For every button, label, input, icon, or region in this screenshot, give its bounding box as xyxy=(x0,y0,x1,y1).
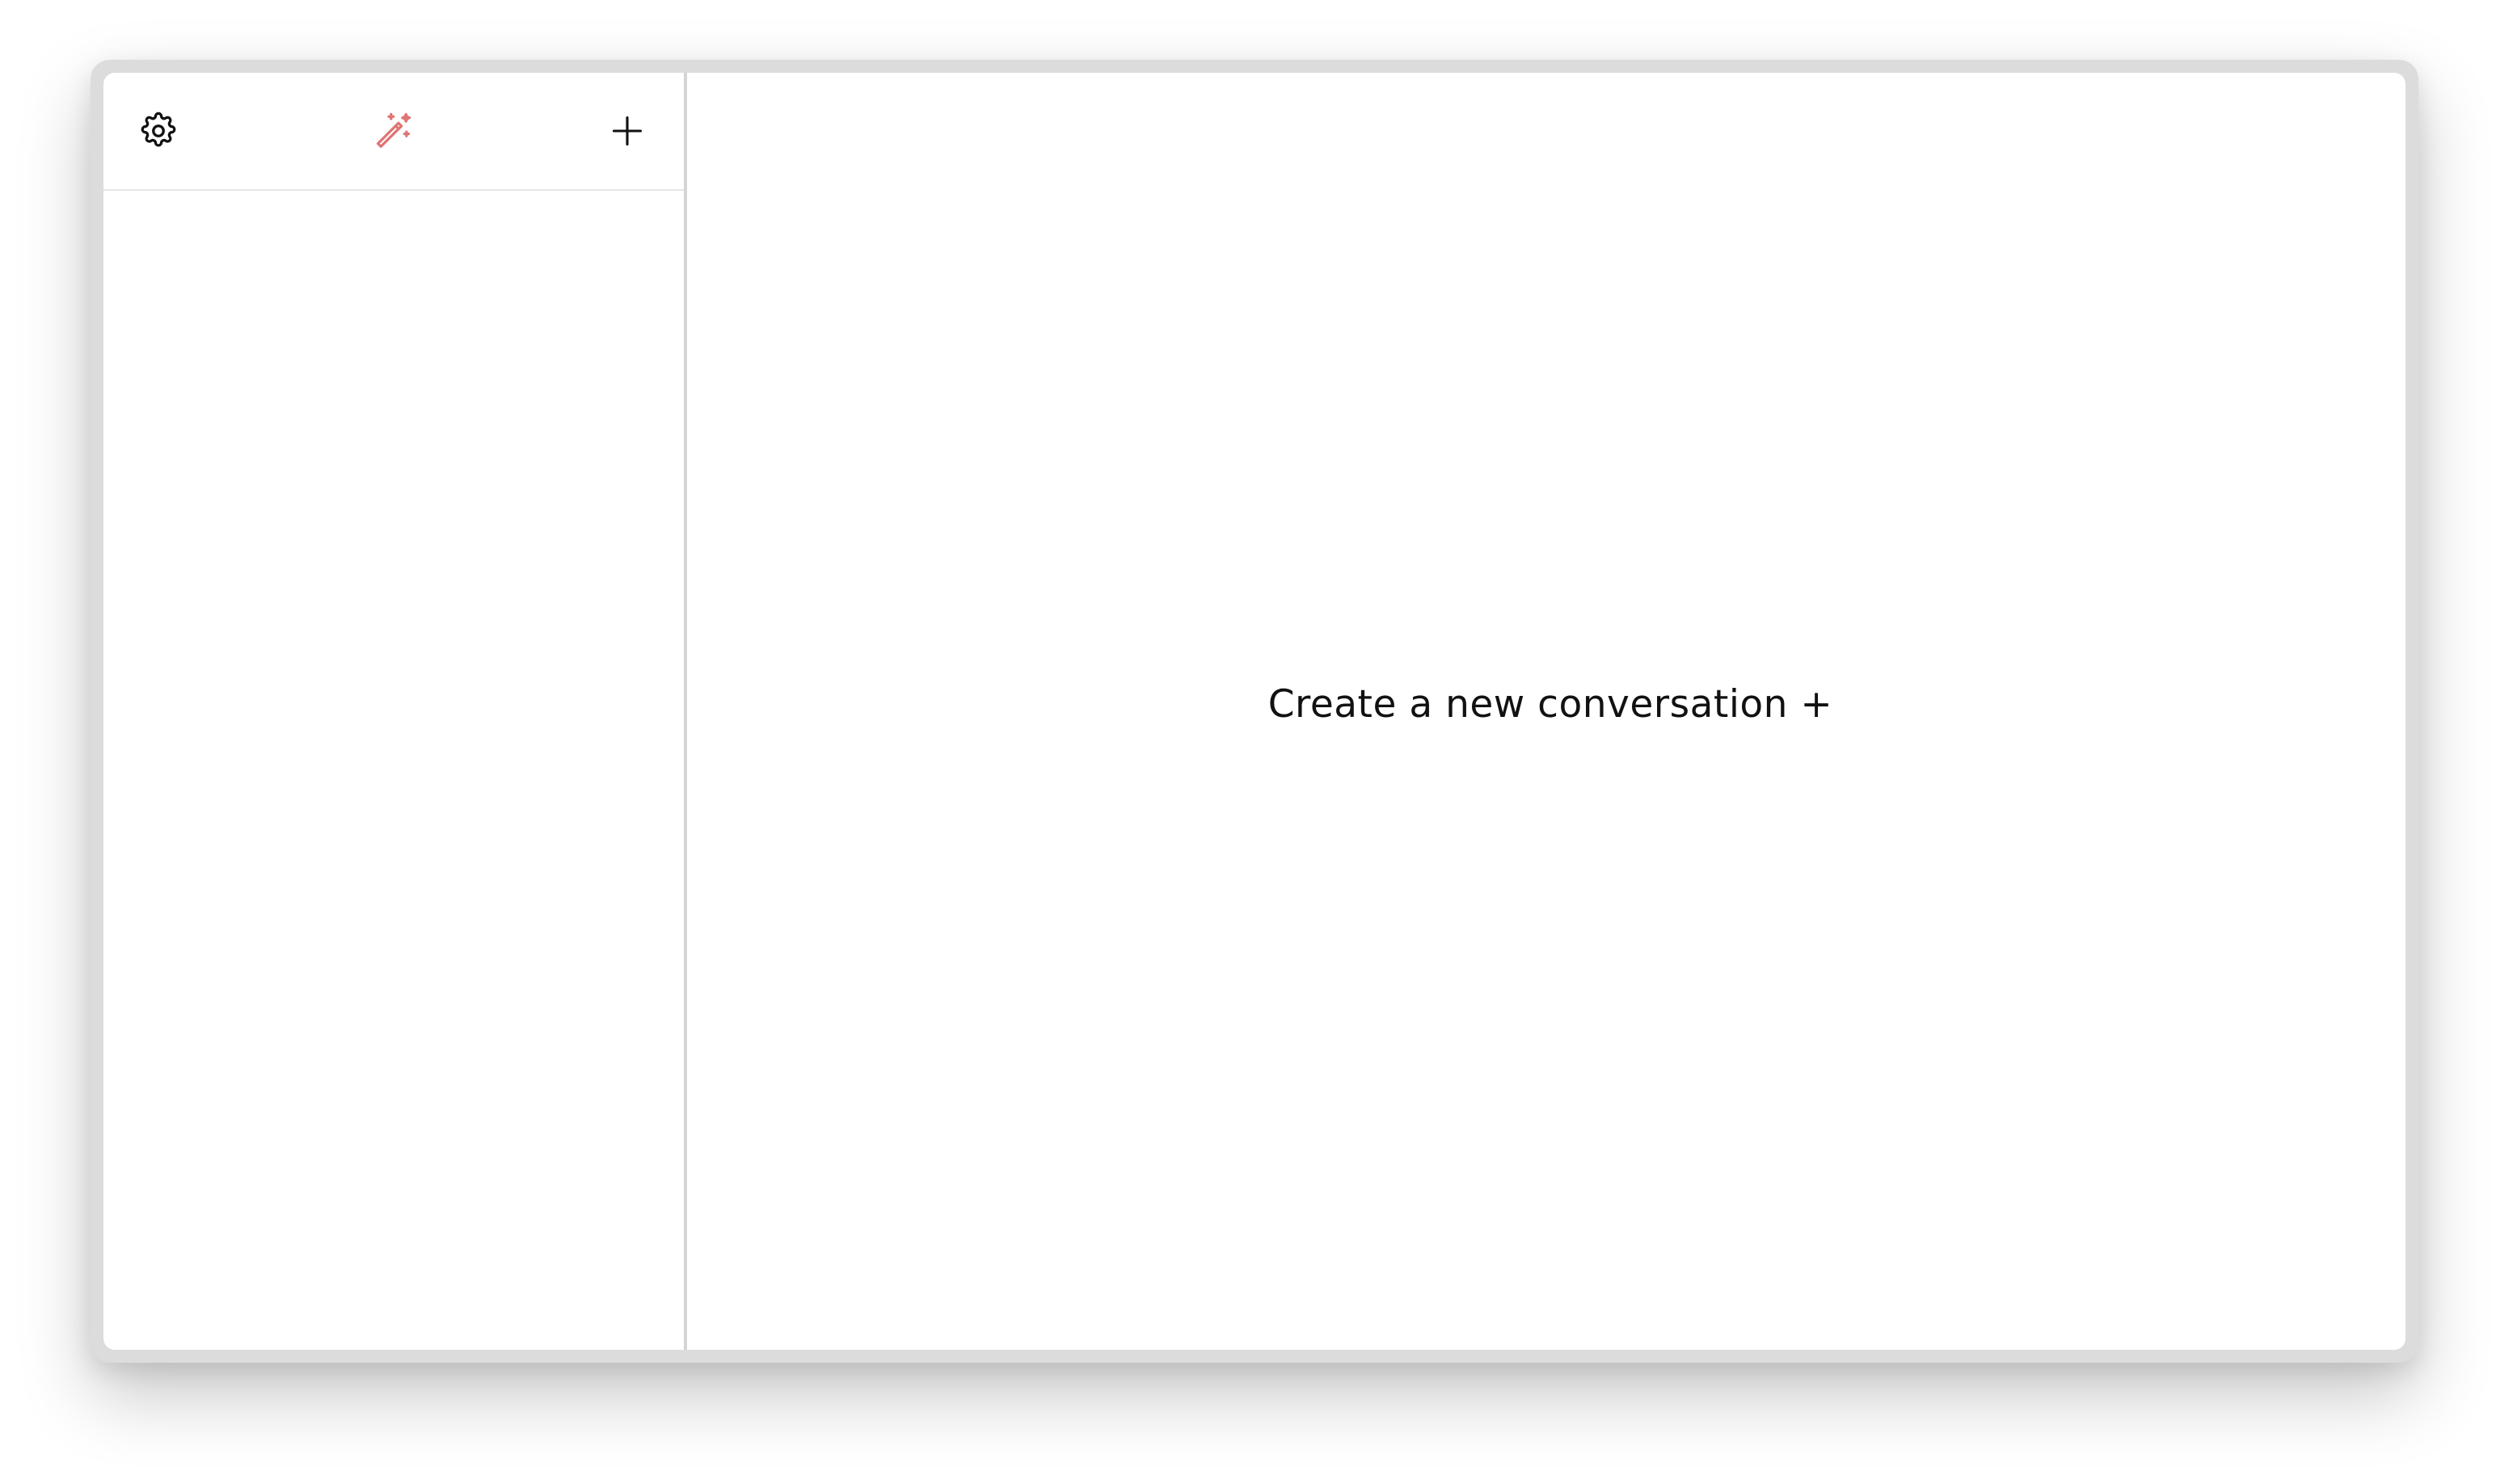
app-window: Create a new conversation + xyxy=(91,60,2418,1363)
magic-button[interactable] xyxy=(370,108,415,154)
new-conversation-button[interactable] xyxy=(605,108,650,154)
sidebar-header xyxy=(103,73,684,191)
gear-icon xyxy=(141,112,176,147)
magic-wand-icon xyxy=(376,112,411,148)
sidebar xyxy=(103,73,687,1350)
main-panel: Create a new conversation + xyxy=(687,73,2406,1350)
plus-icon xyxy=(612,116,643,146)
conversation-list xyxy=(103,191,684,1350)
app-window-content: Create a new conversation + xyxy=(103,73,2406,1350)
create-conversation-link[interactable]: Create a new conversation + xyxy=(1268,682,1833,727)
settings-button[interactable] xyxy=(136,108,181,154)
